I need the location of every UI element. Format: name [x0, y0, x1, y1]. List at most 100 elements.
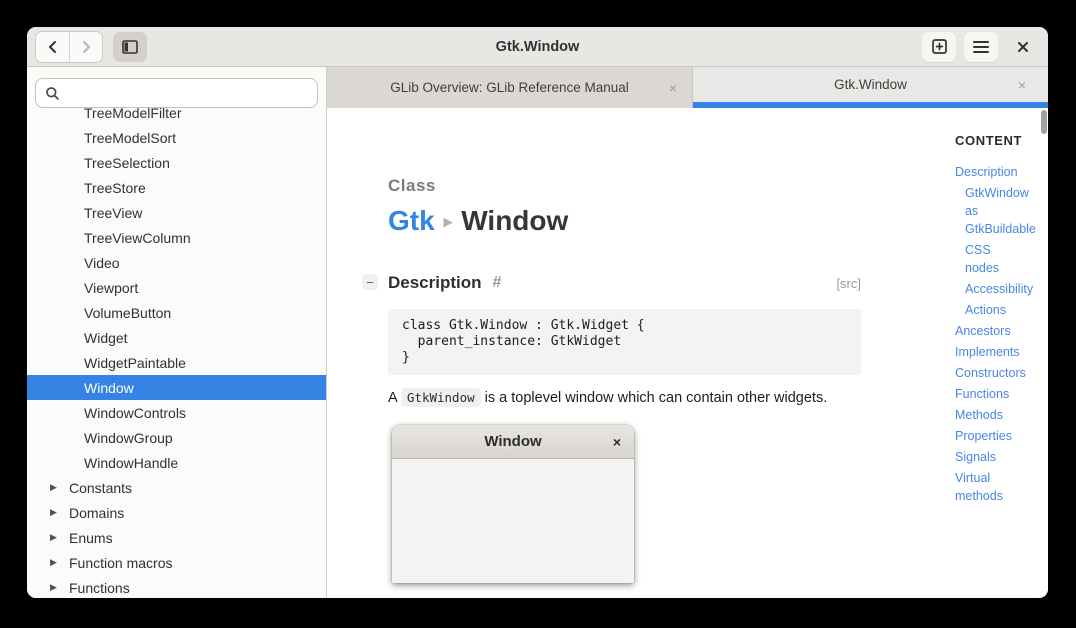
- tree-row-viewport[interactable]: Viewport: [27, 275, 326, 300]
- tree-row-widget[interactable]: Widget: [27, 325, 326, 350]
- tree-row-windowcontrols[interactable]: WindowControls: [27, 400, 326, 425]
- code-line: class Gtk.Window : Gtk.Widget {: [402, 318, 847, 334]
- tree-row-treeviewcolumn[interactable]: TreeViewColumn: [27, 225, 326, 250]
- toc-link-line: Virtual: [955, 469, 1038, 487]
- anchor-link[interactable]: #: [493, 274, 502, 292]
- toc-link-properties[interactable]: Properties: [955, 427, 1038, 445]
- tree-row-label: Viewport: [84, 280, 138, 296]
- class-declaration-code: class Gtk.Window : Gtk.Widget { parent_i…: [388, 309, 861, 375]
- tree-row-treestore[interactable]: TreeStore: [27, 175, 326, 200]
- tree-row-video[interactable]: Video: [27, 250, 326, 275]
- example-window-image: Window ×: [392, 425, 634, 583]
- tree-row-treemodelsort[interactable]: TreeModelSort: [27, 125, 326, 150]
- tree-row-label: WidgetPaintable: [84, 355, 186, 371]
- example-window-close-icon: ×: [613, 434, 621, 450]
- menu-button[interactable]: [964, 32, 998, 62]
- tree-row-label: Function macros: [69, 555, 172, 571]
- toc-link-line: Properties: [955, 427, 1038, 445]
- toc-link-signals[interactable]: Signals: [955, 448, 1038, 466]
- search-input[interactable]: [67, 86, 308, 101]
- breadcrumb-arrow-icon: ▸: [444, 212, 453, 232]
- expander-triangle-icon[interactable]: ▶: [50, 482, 60, 493]
- tree-row-treeselection[interactable]: TreeSelection: [27, 150, 326, 175]
- collapse-section-button[interactable]: −: [362, 274, 378, 290]
- src-link[interactable]: [src]: [836, 276, 861, 291]
- search-wrap: [27, 67, 326, 108]
- back-button[interactable]: [36, 32, 69, 62]
- toc-link-gtkwindow-as-gtkbuildable[interactable]: GtkWindowasGtkBuildable: [955, 184, 1038, 238]
- tree-row-label: TreeModelFilter: [84, 108, 182, 121]
- expander-triangle-icon[interactable]: ▶: [50, 582, 60, 593]
- tab-close-icon[interactable]: ×: [1018, 77, 1026, 93]
- webview: Class Gtk ▸ Window − Description # [src]: [327, 108, 1048, 598]
- tree-row-volumebutton[interactable]: VolumeButton: [27, 300, 326, 325]
- description-paragraph: A GtkWindow is a toplevel window which c…: [388, 390, 861, 406]
- tab-inactive[interactable]: GLib Overview: GLib Reference Manual×: [327, 67, 693, 108]
- tree-row-constants[interactable]: ▶Constants: [27, 475, 326, 500]
- toc-link-line: as: [965, 202, 1038, 220]
- vertical-scrollbar[interactable]: [1041, 110, 1047, 134]
- code-line: }: [402, 350, 847, 366]
- toc-link-description[interactable]: Description: [955, 163, 1038, 181]
- tree-row-widgetpaintable[interactable]: WidgetPaintable: [27, 350, 326, 375]
- tab-label: Gtk.Window: [834, 77, 907, 92]
- tree-row-label: VolumeButton: [84, 305, 171, 321]
- tree-row-label: Window: [84, 380, 134, 396]
- toc-link-css-nodes[interactable]: CSSnodes: [955, 241, 1038, 277]
- expander-triangle-icon[interactable]: ▶: [50, 557, 60, 568]
- forward-button[interactable]: [69, 32, 102, 62]
- toc-link-ancestors[interactable]: Ancestors: [955, 322, 1038, 340]
- expander-triangle-icon[interactable]: ▶: [50, 532, 60, 543]
- history-nav-group: [35, 31, 103, 63]
- toc-link-line: GtkWindow: [965, 184, 1038, 202]
- tree-row-treemodelfilter[interactable]: TreeModelFilter: [27, 108, 326, 125]
- headerbar: Gtk.Window: [27, 27, 1048, 67]
- tree-row-windowgroup[interactable]: WindowGroup: [27, 425, 326, 450]
- toc-heading: CONTENT: [955, 133, 1038, 148]
- window-title: Gtk.Window: [496, 39, 580, 55]
- sidebar: TreeModelFilter TreeModelSortTreeSelectio…: [27, 67, 327, 598]
- tree-row-function-macros[interactable]: ▶ Function macros: [27, 550, 326, 575]
- tree-row-enums[interactable]: ▶Enums: [27, 525, 326, 550]
- expander-triangle-icon[interactable]: ▶: [50, 507, 60, 518]
- tree-row-label: TreeViewColumn: [84, 230, 191, 246]
- hamburger-menu-icon: [973, 41, 989, 53]
- tab-close-icon[interactable]: ×: [669, 80, 677, 96]
- namespace-link[interactable]: Gtk: [388, 205, 435, 237]
- tree-row-treeview[interactable]: TreeView: [27, 200, 326, 225]
- sidebar-toggle-button[interactable]: [113, 32, 147, 62]
- tree-row-window[interactable]: Window: [27, 375, 326, 400]
- toc-link-implements[interactable]: Implements: [955, 343, 1038, 361]
- tree-row-functions[interactable]: ▶Functions: [27, 575, 326, 598]
- tree-row-domains[interactable]: ▶ Domains: [27, 500, 326, 525]
- paragraph-text: A: [388, 390, 397, 406]
- symbol-tree[interactable]: TreeModelFilter TreeModelSortTreeSelectio…: [27, 108, 326, 598]
- toc-link-line: Actions: [965, 301, 1038, 319]
- close-window-button[interactable]: [1006, 32, 1040, 62]
- tree-row-windowhandle[interactable]: WindowHandle: [27, 450, 326, 475]
- tree-row-label: WindowControls: [84, 405, 186, 421]
- tree-row-label: Domains: [69, 505, 124, 521]
- section-title: Description: [388, 273, 482, 293]
- page-title: Gtk ▸ Window: [388, 205, 861, 237]
- tab-bar: GLib Overview: GLib Reference Manual×Gtk…: [327, 67, 1048, 108]
- search-entry[interactable]: [35, 78, 318, 108]
- toc-link-virtual-methods[interactable]: Virtualmethods: [955, 469, 1038, 505]
- kind-label: Class: [388, 176, 861, 196]
- toc-link-line: Ancestors: [955, 322, 1038, 340]
- toc-link-methods[interactable]: Methods: [955, 406, 1038, 424]
- tab-active[interactable]: Gtk.Window ×: [693, 67, 1048, 108]
- toc-link-constructors[interactable]: Constructors: [955, 364, 1038, 382]
- toc-link-accessibility[interactable]: Accessibility: [955, 280, 1038, 298]
- toc-link-line: Methods: [955, 406, 1038, 424]
- inline-code-gtkwindow: GtkWindow: [401, 388, 481, 407]
- toc-link-line: Description: [955, 163, 1038, 181]
- toc-link-functions[interactable]: Functions: [955, 385, 1038, 403]
- new-tab-button[interactable]: [922, 32, 956, 62]
- main-row: TreeModelFilter TreeModelSortTreeSelectio…: [27, 67, 1048, 598]
- devhelp-window: Gtk.Window: [27, 27, 1048, 598]
- toc-link-actions[interactable]: Actions: [955, 301, 1038, 319]
- tree-row-label: WindowGroup: [84, 430, 173, 446]
- toc-panel: CONTENT Description GtkWindowasGtkBuildab…: [929, 108, 1048, 598]
- close-icon: [1016, 40, 1030, 54]
